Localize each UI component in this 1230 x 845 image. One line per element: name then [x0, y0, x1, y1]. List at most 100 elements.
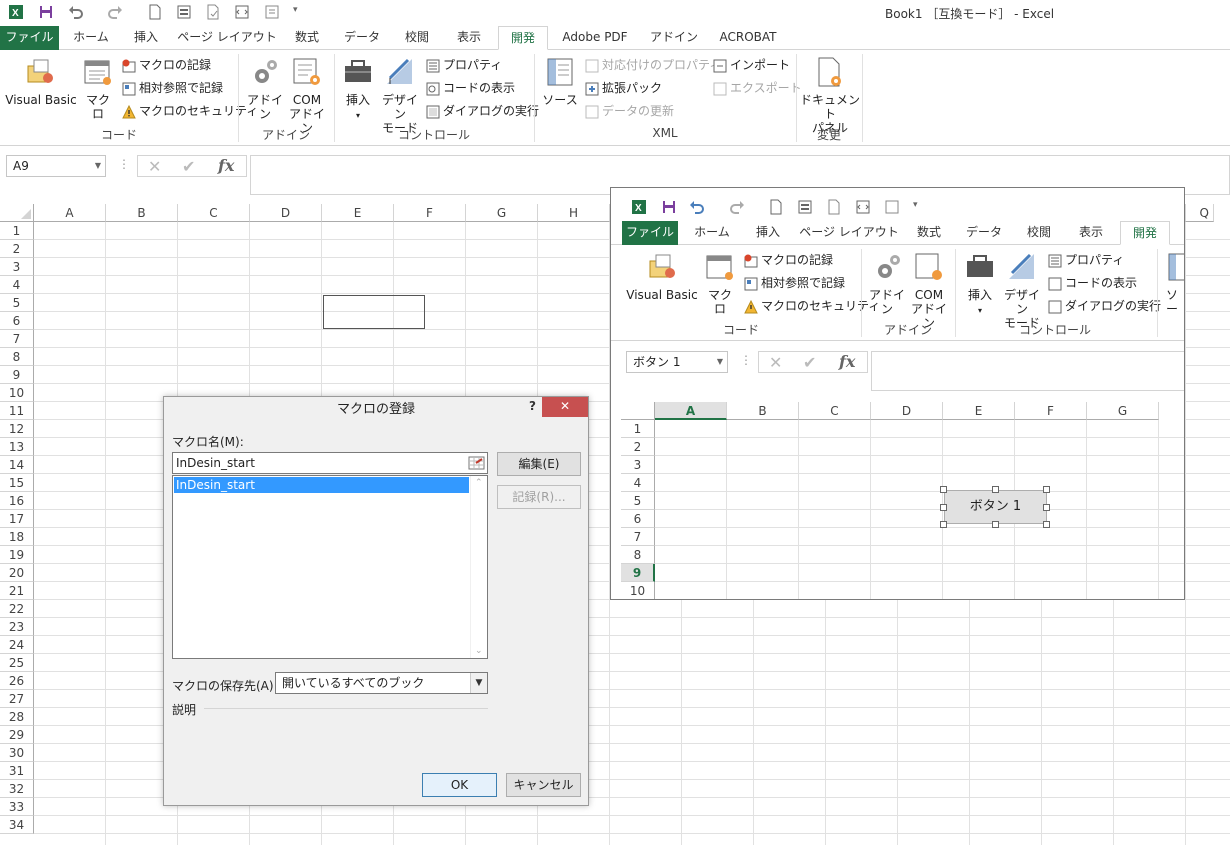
macro-name-input[interactable]: InDesin_start	[172, 452, 488, 474]
row-header[interactable]: 16	[0, 492, 34, 510]
placeholder-shape[interactable]	[323, 295, 425, 329]
row-header[interactable]: 6	[621, 510, 655, 528]
export-button[interactable]: エクスポート	[713, 78, 802, 98]
row-header[interactable]: 21	[0, 582, 34, 600]
import-button[interactable]: インポート	[713, 55, 790, 75]
tab-page-layout[interactable]: ページ レイアウト	[175, 26, 279, 50]
row-header[interactable]: 18	[0, 528, 34, 546]
store-in-select[interactable]: 開いているすべてのブック ▼	[275, 672, 488, 694]
insert-control-button[interactable]: 挿入 ▾	[962, 288, 998, 318]
resize-handle[interactable]	[1043, 504, 1050, 511]
column-header[interactable]: B	[727, 402, 799, 420]
new-document-icon[interactable]	[147, 4, 163, 20]
insert-function-icon[interactable]: fx	[218, 156, 234, 175]
row-header[interactable]: 9	[0, 366, 34, 384]
row-header[interactable]: 2	[0, 240, 34, 258]
save-icon[interactable]	[661, 199, 677, 215]
tab-addins[interactable]: アドイン	[642, 26, 706, 50]
row-header[interactable]: 7	[0, 330, 34, 348]
redo-icon[interactable]	[107, 4, 123, 20]
row-header[interactable]: 4	[621, 474, 655, 492]
row-header[interactable]: 27	[0, 690, 34, 708]
resize-handle[interactable]	[940, 486, 947, 493]
row-header[interactable]: 3	[621, 456, 655, 474]
chevron-down-icon[interactable]: ▼	[717, 352, 723, 372]
row-header[interactable]: 22	[0, 600, 34, 618]
tab-review[interactable]: 校閲	[1016, 221, 1062, 245]
resize-handle[interactable]	[992, 521, 999, 528]
column-header[interactable]: F	[1015, 402, 1087, 420]
column-header[interactable]: Q	[1186, 204, 1214, 222]
tab-developer[interactable]: 開発	[1120, 221, 1170, 245]
form-button[interactable]: ボタン 1	[944, 490, 1047, 524]
tab-insert[interactable]: 挿入	[744, 221, 792, 245]
row-header[interactable]: 33	[0, 798, 34, 816]
customize-qat-icon[interactable]: ▾	[913, 200, 918, 210]
cancel-button[interactable]: キャンセル	[506, 773, 581, 797]
name-box[interactable]: A9 ▼	[6, 155, 106, 177]
gear-icon[interactable]	[250, 56, 280, 88]
tab-formulas[interactable]: 数式	[284, 26, 330, 50]
row-header[interactable]: 8	[621, 546, 655, 564]
tab-file[interactable]: ファイル	[0, 26, 59, 50]
row-header[interactable]: 12	[0, 420, 34, 438]
cancel-icon[interactable]: ✕	[148, 157, 161, 176]
name-box[interactable]: ボタン 1 ▼	[626, 351, 728, 373]
tab-formulas[interactable]: 数式	[906, 221, 952, 245]
view-code-button[interactable]: コードの表示	[1048, 273, 1137, 293]
row-header[interactable]: 5	[621, 492, 655, 510]
row-header[interactable]: 14	[0, 456, 34, 474]
com-addin-icon[interactable]	[913, 251, 945, 283]
com-addin-icon[interactable]	[291, 56, 323, 88]
xml-icon[interactable]	[855, 199, 871, 215]
redo-icon[interactable]	[729, 199, 745, 215]
macro-list-item[interactable]: InDesin_start	[174, 477, 469, 493]
row-header[interactable]: 23	[0, 618, 34, 636]
row-header[interactable]: 19	[0, 546, 34, 564]
row-header[interactable]: 31	[0, 762, 34, 780]
document-panel-icon[interactable]	[815, 56, 845, 88]
map-properties-button[interactable]: 対応付けのプロパティ	[585, 55, 721, 75]
visual-basic-button[interactable]: Visual Basic	[623, 288, 701, 302]
enter-icon[interactable]: ✔	[182, 157, 195, 176]
row-header[interactable]: 8	[0, 348, 34, 366]
row-header[interactable]: 1	[621, 420, 655, 438]
refresh-data-button[interactable]: データの更新	[585, 101, 674, 121]
visual-basic-icon[interactable]	[24, 56, 56, 88]
select-all-corner[interactable]	[0, 204, 34, 222]
list-dropdown-icon[interactable]	[884, 199, 900, 215]
save-icon[interactable]	[38, 4, 54, 20]
close-button[interactable]: ✕	[542, 397, 588, 417]
row-header[interactable]: 17	[0, 510, 34, 528]
visual-basic-button[interactable]: Visual Basic	[2, 93, 80, 107]
cancel-icon[interactable]: ✕	[769, 353, 782, 372]
source-button[interactable]: ソー	[1166, 288, 1184, 316]
row-header[interactable]: 1	[0, 222, 34, 240]
list-dropdown-icon[interactable]	[264, 4, 280, 20]
run-dialog-button[interactable]: ダイアログの実行	[426, 101, 539, 121]
record-macro-button[interactable]: マクロの記録	[122, 55, 211, 75]
xml-icon[interactable]	[234, 4, 250, 20]
undo-icon[interactable]	[689, 199, 705, 215]
ok-button[interactable]: OK	[422, 773, 497, 797]
resize-handle[interactable]	[940, 521, 947, 528]
edit-button[interactable]: 編集(E)	[497, 452, 581, 476]
row-header[interactable]: 30	[0, 744, 34, 762]
scroll-up-icon[interactable]: ⌃	[475, 478, 483, 488]
row-header[interactable]: 10	[621, 582, 655, 599]
document-check-icon[interactable]	[205, 4, 221, 20]
column-header[interactable]: C	[178, 204, 250, 222]
enter-icon[interactable]: ✔	[803, 353, 816, 372]
design-mode-icon[interactable]	[1006, 251, 1038, 283]
document-check-icon[interactable]	[826, 199, 842, 215]
record-macro-button[interactable]: マクロの記録	[744, 250, 833, 270]
row-header[interactable]: 32	[0, 780, 34, 798]
column-header[interactable]: H	[538, 204, 610, 222]
column-header[interactable]: E	[322, 204, 394, 222]
row-header[interactable]: 6	[0, 312, 34, 330]
column-header[interactable]: C	[799, 402, 871, 420]
tab-insert[interactable]: 挿入	[122, 26, 170, 50]
undo-icon[interactable]	[68, 4, 84, 20]
select-all-corner[interactable]	[621, 402, 655, 420]
toolbox-icon[interactable]	[342, 56, 374, 88]
